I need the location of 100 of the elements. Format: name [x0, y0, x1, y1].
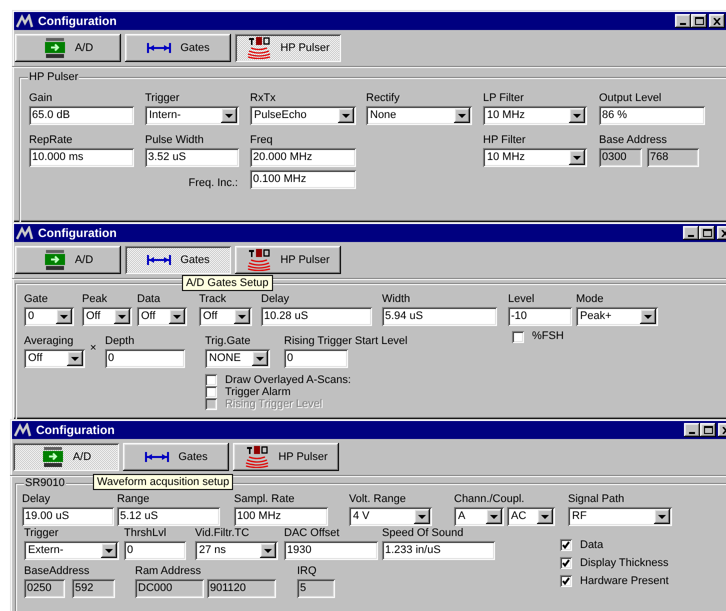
dropdown[interactable]: Intern-	[145, 106, 239, 125]
field-label: Vid.Filtr.TC	[195, 527, 250, 540]
field-label: Averaging	[24, 335, 74, 348]
readonly-field[interactable]: 0300	[599, 148, 642, 167]
tab-button[interactable]: HP Pulser	[233, 443, 339, 471]
tab-button[interactable]: HP Pulser	[235, 246, 341, 274]
tab-button[interactable]: Gates	[125, 34, 231, 62]
window-title: Configuration	[38, 14, 117, 28]
field-label: Freq	[250, 134, 273, 147]
checkbox-label: Display Thickness	[580, 556, 668, 570]
dropdown[interactable]: 27 ns	[195, 541, 278, 560]
dropdown[interactable]: 0	[24, 307, 74, 326]
field-label: Trigger	[145, 92, 180, 105]
dropdown[interactable]: Extern-	[24, 541, 119, 560]
field-label: Trigger	[24, 527, 58, 540]
field-label: Range	[117, 493, 150, 506]
text-field[interactable]: 100 MHz	[234, 507, 328, 526]
multiply-sign: ×	[90, 342, 96, 354]
text-field[interactable]: 5.94 uS	[382, 307, 497, 326]
dropdown[interactable]: 4 V	[349, 507, 432, 526]
text-field[interactable]: 0	[124, 541, 186, 560]
dropdown[interactable]: AC	[507, 507, 555, 526]
text-field[interactable]: 10.000 ms	[29, 148, 134, 167]
text-field[interactable]: 20.000 MHz	[250, 148, 356, 167]
readonly-field[interactable]: 0250	[24, 579, 65, 598]
field-label: Freq. Inc.:	[188, 177, 238, 190]
field-label: Ram Address	[135, 565, 202, 578]
dropdown[interactable]: Off	[137, 307, 187, 326]
dropdown[interactable]: NONE	[205, 349, 270, 368]
text-field[interactable]: 5.12 uS	[117, 507, 220, 526]
tab-button[interactable]: HP Pulser	[235, 34, 341, 62]
dropdown[interactable]: Off	[82, 307, 132, 326]
field-label: Signal Path	[568, 493, 624, 506]
field-label: ThrshLvl	[124, 527, 166, 540]
text-field[interactable]: 10.28 uS	[261, 307, 372, 326]
text-field[interactable]: 1930	[284, 541, 378, 560]
tooltip: Waveform acqusition setup	[93, 474, 234, 490]
readonly-field[interactable]: 901120	[207, 579, 276, 598]
text-field[interactable]: 1.233 in/uS	[382, 541, 495, 560]
field-label: LP Filter	[483, 92, 524, 105]
text-field[interactable]: 0.100 MHz	[250, 170, 356, 189]
field-label: Trig.Gate	[205, 335, 250, 348]
checkbox-label: Hardware Present	[580, 574, 669, 588]
field-label: RepRate	[29, 134, 72, 147]
dropdown[interactable]: Off	[199, 307, 252, 326]
field-label: RxTx	[250, 92, 276, 105]
field-label: Level	[508, 293, 534, 306]
field-label: Delay	[22, 493, 50, 506]
text-field[interactable]: 19.00 uS	[22, 507, 114, 526]
dropdown[interactable]: PulseEcho	[250, 106, 356, 125]
field-label: Data	[137, 293, 160, 306]
checkbox-label: %FSH	[532, 330, 564, 343]
checkbox-label: Data	[580, 538, 604, 552]
readonly-field[interactable]: DC000	[135, 579, 204, 598]
text-field[interactable]: 65.0 dB	[29, 106, 134, 125]
field-label: Depth	[105, 335, 134, 348]
tab-button[interactable]: Gates	[123, 443, 229, 471]
field-label: DAC Offset	[284, 527, 340, 540]
field-label: IRQ	[297, 565, 317, 578]
field-label: Gate	[24, 293, 48, 306]
checkbox-label: Trigger Alarm	[225, 386, 291, 398]
field-label: Chann./Coupl.	[454, 493, 524, 506]
dropdown[interactable]: A	[454, 507, 504, 526]
checkbox-label: Draw Overlayed A-Scans:	[225, 374, 351, 386]
field-label: Track	[199, 293, 226, 306]
field-label: Rising Trigger Start Level	[284, 335, 408, 348]
text-field[interactable]: -10	[508, 307, 572, 326]
text-field[interactable]: 86 %	[599, 106, 705, 125]
field-label: Volt. Range	[349, 493, 406, 506]
dropdown[interactable]: Peak+	[576, 307, 658, 326]
dropdown[interactable]: Off	[24, 349, 85, 368]
readonly-field[interactable]: 768	[647, 148, 699, 167]
dropdown[interactable]: RF	[568, 507, 672, 526]
field-label: Rectify	[366, 92, 400, 105]
text-field[interactable]: 0	[105, 349, 185, 368]
text-field[interactable]: 3.52 uS	[145, 148, 239, 167]
field-label: HP Filter	[483, 134, 526, 147]
field-label: Delay	[261, 293, 290, 306]
dropdown[interactable]: 10 MHz	[483, 148, 587, 167]
tab-button[interactable]: A/D	[15, 34, 121, 62]
field-label: Base Address	[599, 134, 667, 147]
text-field[interactable]: 0	[284, 349, 348, 368]
field-label: Peak	[82, 293, 108, 306]
tab-button[interactable]: A/D	[13, 443, 119, 471]
field-label: Gain	[29, 92, 52, 105]
dropdown[interactable]: 10 MHz	[483, 106, 587, 125]
field-label: Pulse Width	[145, 134, 204, 147]
window-title: Configuration	[38, 226, 117, 240]
field-label: Speed Of Sound	[382, 527, 464, 540]
tab-button[interactable]: A/D	[15, 246, 121, 274]
field-label: Sampl. Rate	[234, 493, 295, 506]
field-label: BaseAddress	[24, 565, 90, 578]
tooltip: A/D Gates Setup	[182, 275, 273, 291]
readonly-field[interactable]: 5	[297, 579, 335, 598]
tab-button[interactable]: Gates	[125, 246, 231, 274]
checkbox-label: Rising Trigger Level	[225, 398, 322, 410]
field-label: Width	[382, 293, 410, 306]
readonly-field[interactable]: 592	[72, 579, 115, 598]
dropdown[interactable]: None	[366, 106, 472, 125]
field-label: Mode	[576, 293, 604, 306]
